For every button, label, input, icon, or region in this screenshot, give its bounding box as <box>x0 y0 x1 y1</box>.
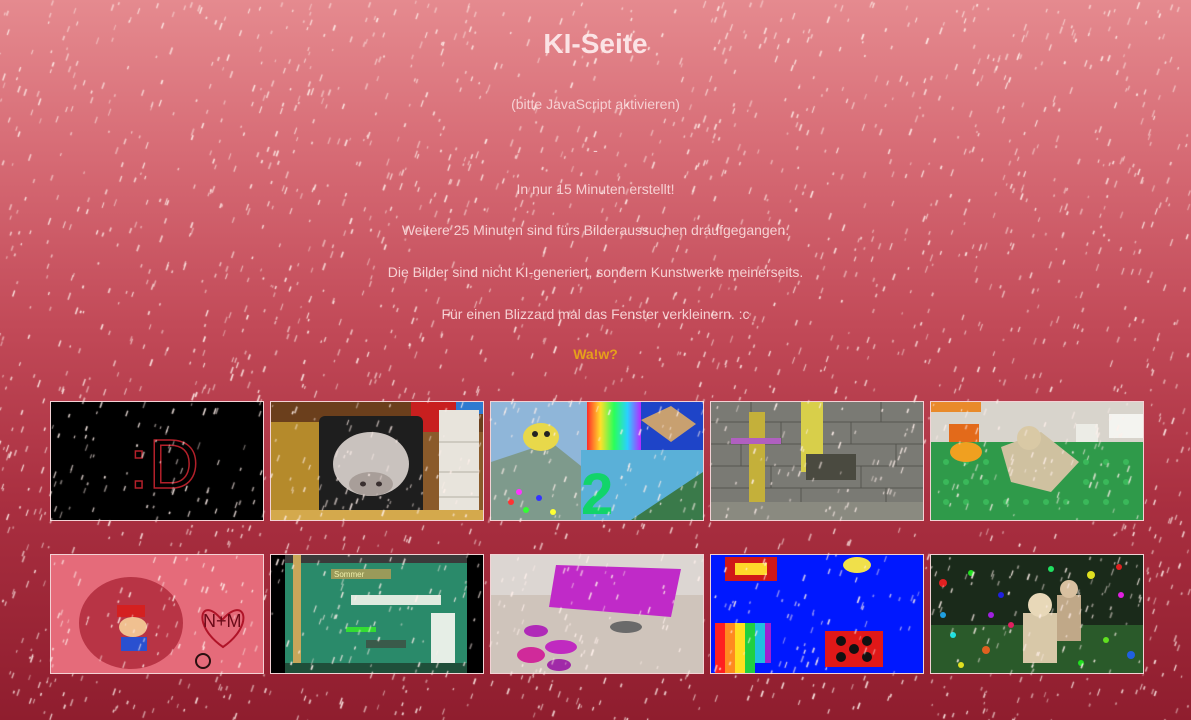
paint-drawing-image <box>711 555 923 673</box>
wow-link[interactable]: Wa!w? <box>0 346 1191 362</box>
page-title: KI-Seite <box>543 28 648 59</box>
js-notice: (bitte JavaScript aktivieren) <box>511 96 680 112</box>
gallery-image-10[interactable] <box>930 554 1144 674</box>
initials-text: N+M <box>203 611 242 631</box>
gallery-image-5[interactable] <box>930 401 1144 521</box>
mario-drawing-image: N+M <box>51 555 263 673</box>
confetti-scene-image <box>931 555 1143 673</box>
colorful-collage-image: 2 <box>491 402 703 520</box>
gallery-image-7[interactable]: Sommer <box>270 554 484 674</box>
lego-scene-image <box>931 402 1143 520</box>
gallery-image-9[interactable] <box>710 554 924 674</box>
gallery-image-6[interactable]: N+M <box>50 554 264 674</box>
game-screen-image: Sommer <box>271 555 483 673</box>
gallery-image-2[interactable] <box>270 401 484 521</box>
number-text: 2 <box>581 462 613 520</box>
cow-monitor-image <box>271 402 483 520</box>
stone-wall-image <box>711 402 923 520</box>
gallery-image-8[interactable] <box>490 554 704 674</box>
purple-blocks-image <box>491 555 703 673</box>
info-line-2: Weitere 25 Minuten sind fürs Bilderaussu… <box>401 222 790 238</box>
game-title-text: Sommer <box>334 570 365 579</box>
info-line-4: Für einen Blizzard mal das Fenster verkl… <box>441 306 750 322</box>
gallery-image-1[interactable]: :D <box>50 401 264 521</box>
image-gallery: :D 2 N+M Sommer <box>50 401 1146 674</box>
smiley-text: :D <box>129 425 199 503</box>
separator: - <box>593 142 598 158</box>
page-content: KI-Seite (bitte JavaScript aktivieren) -… <box>0 0 1191 720</box>
smiley-drawing-image: :D <box>51 402 263 520</box>
info-line-3: Die Bilder sind nicht KI-generiert, sond… <box>387 264 804 280</box>
gallery-image-3[interactable]: 2 <box>490 401 704 521</box>
info-line-1: In nur 15 Minuten erstellt! <box>516 181 675 197</box>
gallery-image-4[interactable] <box>710 401 924 521</box>
